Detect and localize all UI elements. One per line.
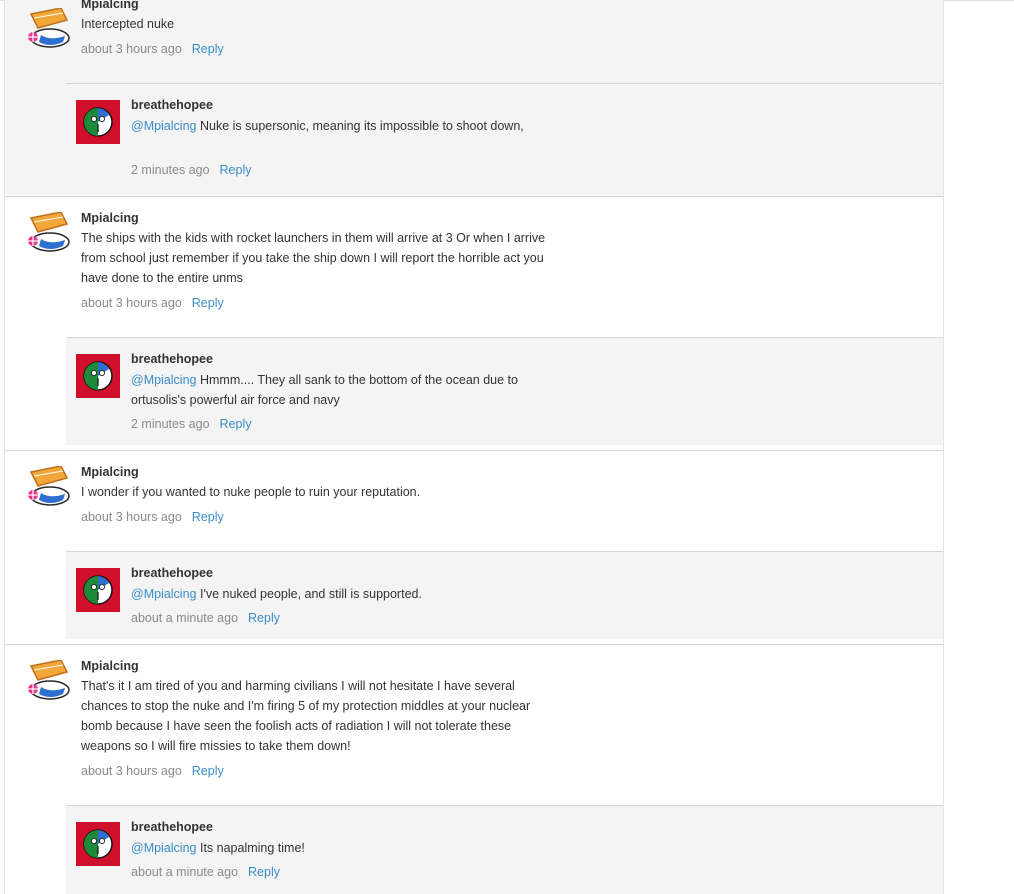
comment-meta: about 3 hours ago Reply [81, 509, 224, 525]
comment-thread: Mpialcing I wonder if you wanted to nuke… [5, 451, 943, 644]
reply-message: Nuke is supersonic, meaning its impossib… [196, 119, 524, 133]
comment-timestamp: about 3 hours ago [81, 510, 182, 524]
reply-button[interactable]: Reply [220, 417, 252, 431]
mpialcing-avatar[interactable] [25, 466, 71, 508]
reply-author[interactable]: breathehopee [131, 98, 213, 112]
comment-thread: Mpialcing That's it I am tired of you an… [5, 645, 943, 894]
reply-author[interactable]: breathehopee [131, 352, 213, 366]
reply-meta: about a minute ago Reply [131, 610, 280, 626]
comment: Mpialcing The ships with the kids with r… [5, 197, 943, 337]
reply-timestamp: 2 minutes ago [131, 417, 210, 431]
reply-button[interactable]: Reply [192, 510, 224, 524]
mention-link[interactable]: @Mpialcing [131, 587, 197, 601]
comment-timestamp: about 3 hours ago [81, 42, 182, 56]
reply: breathehopee @Mpialcing Hmmm.... They al… [66, 337, 943, 445]
reply: breathehopee @Mpialcing Its napalming ti… [66, 805, 943, 894]
reply-button[interactable]: Reply [192, 296, 224, 310]
reply-timestamp: about a minute ago [131, 865, 239, 879]
mpialcing-avatar[interactable] [25, 8, 71, 50]
reply-button[interactable]: Reply [192, 42, 224, 56]
reply-text: @Mpialcing Nuke is supersonic, meaning i… [131, 116, 531, 136]
breathehopee-avatar[interactable] [76, 822, 120, 866]
comment-text: Intercepted nuke [81, 17, 175, 31]
reply-author[interactable]: breathehopee [131, 820, 213, 834]
comment-column: Mpialcing Intercepted nuke about 3 hours… [4, 0, 944, 894]
reply-text: @Mpialcing I've nuked people, and still … [131, 584, 531, 604]
comment-author[interactable]: Mpialcing [81, 659, 139, 673]
comment-thread: Mpialcing The ships with the kids with r… [5, 197, 943, 450]
reply-meta: 2 minutes ago Reply [131, 416, 252, 432]
comment-text: That's it I am tired of you and harming … [81, 679, 531, 753]
comment: Mpialcing I wonder if you wanted to nuke… [5, 451, 943, 551]
breathehopee-avatar[interactable] [76, 568, 120, 612]
breathehopee-avatar[interactable] [76, 354, 120, 398]
comment-author[interactable]: Mpialcing [81, 0, 139, 11]
reply-timestamp: 2 minutes ago [131, 163, 210, 177]
reply-text: @Mpialcing Its napalming time! [131, 838, 531, 858]
reply-button[interactable]: Reply [248, 865, 280, 879]
comment: Mpialcing That's it I am tired of you an… [5, 645, 943, 805]
comment: Mpialcing Intercepted nuke about 3 hours… [5, 0, 943, 83]
reply-button[interactable]: Reply [248, 611, 280, 625]
reply-text: @Mpialcing Hmmm.... They all sank to the… [131, 370, 531, 410]
comment-author[interactable]: Mpialcing [81, 465, 139, 479]
comment-timestamp: about 3 hours ago [81, 296, 182, 310]
reply-message: Its napalming time! [196, 841, 305, 855]
mention-link[interactable]: @Mpialcing [131, 841, 197, 855]
reply-button[interactable]: Reply [192, 764, 224, 778]
mention-link[interactable]: @Mpialcing [131, 119, 197, 133]
comment-thread: Mpialcing Intercepted nuke about 3 hours… [5, 0, 943, 198]
reply-meta: about a minute ago Reply [131, 864, 280, 880]
mention-link[interactable]: @Mpialcing [131, 373, 197, 387]
reply-author[interactable]: breathehopee [131, 566, 213, 580]
comment-meta: about 3 hours ago Reply [81, 763, 224, 779]
comment-text: I wonder if you wanted to nuke people to… [81, 485, 421, 499]
reply-meta: 2 minutes ago Reply [131, 162, 252, 178]
mpialcing-avatar[interactable] [25, 212, 71, 254]
reply-timestamp: about a minute ago [131, 611, 239, 625]
comment-author[interactable]: Mpialcing [81, 211, 139, 225]
reply-message: I've nuked people, and still is supporte… [196, 587, 422, 601]
comment-meta: about 3 hours ago Reply [81, 295, 224, 311]
mpialcing-avatar[interactable] [25, 660, 71, 702]
comment-meta: about 3 hours ago Reply [81, 41, 224, 57]
reply: breathehopee @Mpialcing Nuke is superson… [66, 83, 943, 198]
reply: breathehopee @Mpialcing I've nuked peopl… [66, 551, 943, 639]
comment-timestamp: about 3 hours ago [81, 764, 182, 778]
comment-text: The ships with the kids with rocket laun… [81, 231, 546, 285]
breathehopee-avatar[interactable] [76, 100, 120, 144]
reply-button[interactable]: Reply [220, 163, 252, 177]
